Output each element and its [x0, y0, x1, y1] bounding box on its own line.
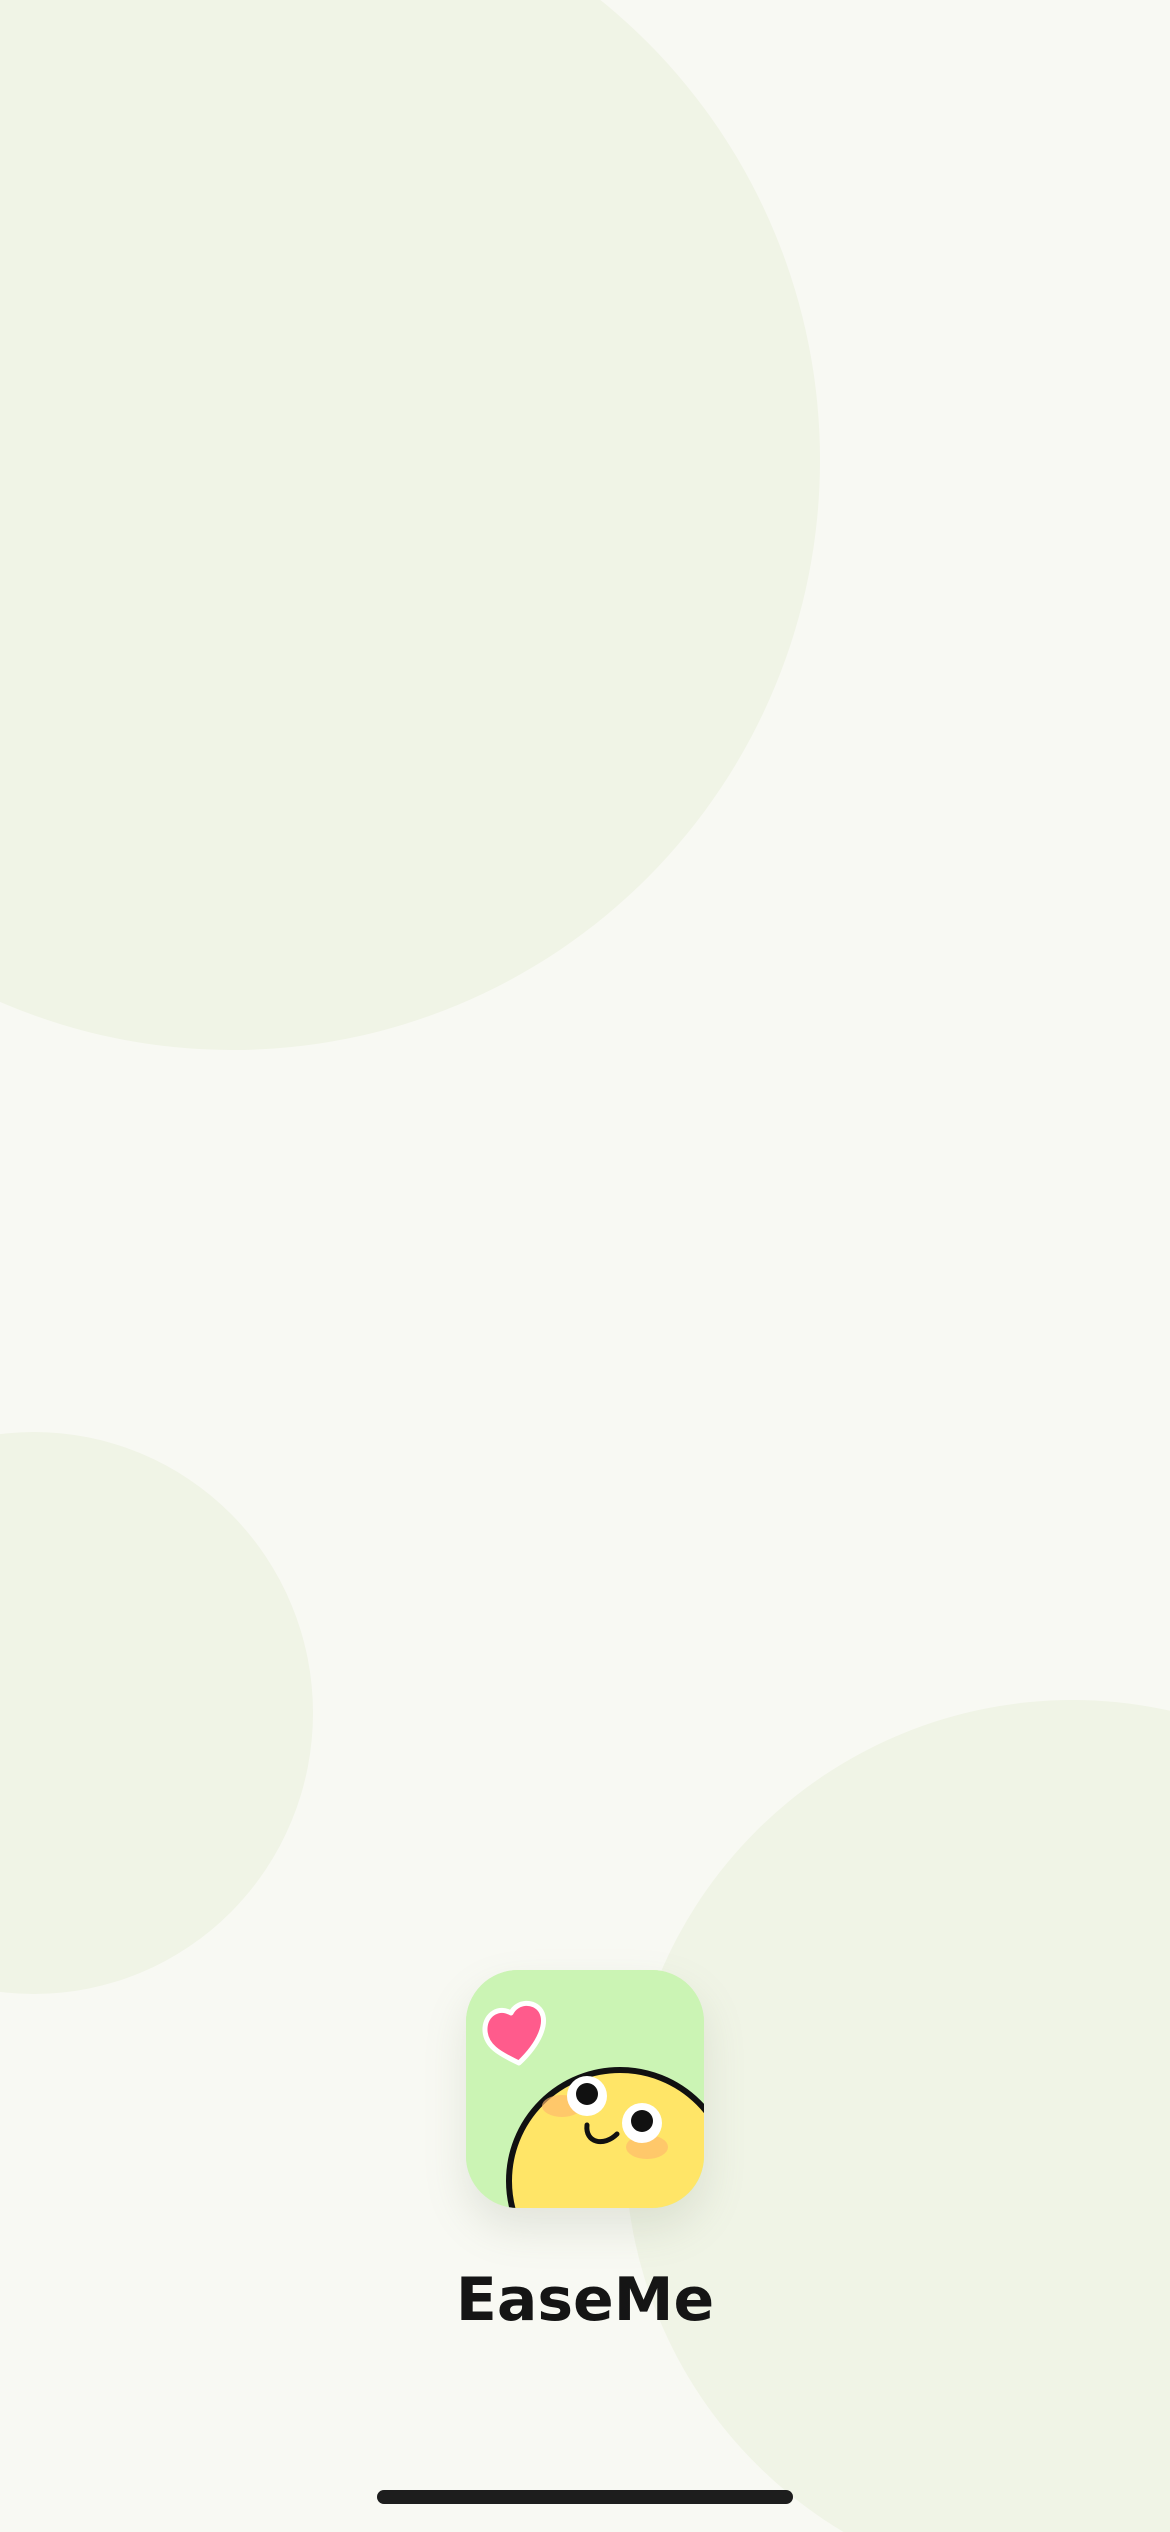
app-icon-illustration: [466, 1970, 704, 2208]
right-eye: [622, 2103, 662, 2143]
background-circle-left: [0, 1432, 313, 1994]
background-circle-top-left: [0, 0, 820, 1050]
easeme-app-icon: [466, 1970, 704, 2208]
background-circle-bottom-right: [625, 1700, 1170, 2532]
splash-screen: EaseMe: [0, 0, 1170, 2532]
home-indicator[interactable]: [377, 2490, 793, 2504]
app-name: EaseMe: [455, 2265, 715, 2335]
left-eye: [567, 2076, 607, 2116]
